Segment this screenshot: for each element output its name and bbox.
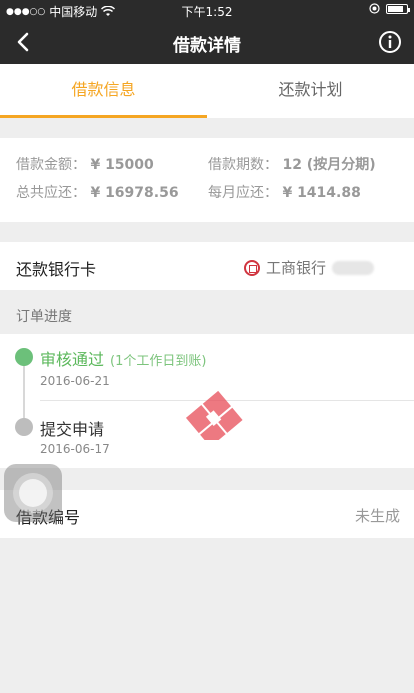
step-approved-dot	[15, 348, 33, 366]
masked-card-number	[332, 260, 374, 275]
step-submitted-date: 2016-06-17	[40, 442, 110, 456]
info-row: 借款金额： ¥ 15000 借款期数： 12 (按月分期)	[0, 154, 414, 182]
total-repay-value: ¥ 16978.56	[90, 185, 179, 201]
loan-term-value: 12 (按月分期)	[282, 157, 376, 173]
loan-number-row: 借款编号 未生成	[0, 490, 414, 538]
loan-info-card: 借款金额： ¥ 15000 借款期数： 12 (按月分期) 总共应还： ¥ 16…	[0, 138, 414, 222]
icbc-logo-icon	[243, 259, 260, 276]
step-approved: 审核通过 (1个工作日到账)	[40, 346, 206, 370]
loan-amount: 借款金额： ¥ 15000	[16, 154, 154, 174]
divider	[40, 400, 414, 401]
nav-bar: 借款详情	[0, 20, 414, 64]
monthly-repay: 每月应还： ¥ 1414.88	[208, 182, 361, 202]
bank-info: 工商银行	[243, 257, 374, 278]
progress-section-title: 订单进度	[16, 309, 72, 325]
total-repay-label: 总共应还：	[16, 185, 86, 201]
step-approved-note: (1个工作日到账)	[110, 354, 207, 369]
assistive-touch-button[interactable]	[4, 464, 62, 522]
loan-amount-label: 借款金额：	[16, 157, 86, 173]
battery-icon	[386, 3, 410, 14]
bank-name: 工商银行	[265, 259, 326, 277]
loan-amount-value: ¥ 15000	[90, 157, 154, 173]
monthly-repay-label: 每月应还：	[208, 185, 278, 201]
step-submitted-title: 提交申请	[40, 420, 105, 439]
info-button[interactable]	[376, 28, 404, 56]
total-repay: 总共应还： ¥ 16978.56	[16, 182, 179, 202]
assistive-core	[19, 479, 47, 507]
loan-term: 借款期数： 12 (按月分期)	[208, 154, 376, 174]
page-title: 借款详情	[173, 36, 241, 56]
timeline-line	[23, 356, 25, 426]
loan-term-label: 借款期数：	[208, 157, 278, 173]
tab-loan-info[interactable]: 借款信息	[0, 64, 207, 118]
bank-card-label: 还款银行卡	[16, 260, 97, 279]
repayment-bank-card-row[interactable]: 还款银行卡 工商银行	[0, 242, 414, 290]
status-bar: ●●●○○ 中国移动 下午1:52	[0, 0, 414, 20]
status-right	[369, 3, 410, 14]
tab-repayment-plan[interactable]: 还款计划	[207, 64, 414, 118]
monthly-repay-value: ¥ 1414.88	[282, 185, 361, 201]
loan-number-value: 未生成	[354, 507, 400, 525]
info-row: 总共应还： ¥ 16978.56 每月应还： ¥ 1414.88	[0, 182, 414, 210]
info-circle-icon	[379, 31, 401, 53]
rotation-lock-icon	[369, 3, 380, 14]
step-submitted-dot	[15, 418, 33, 436]
order-progress: 审核通过 (1个工作日到账) 2016-06-21 提交申请 2016-06-17	[0, 334, 414, 468]
battery-fill	[388, 5, 404, 12]
tab-bar: 借款信息 还款计划	[0, 64, 414, 118]
status-time: 下午1:52	[181, 5, 233, 19]
step-approved-title: 审核通过	[40, 350, 105, 369]
step-approved-date: 2016-06-21	[40, 374, 110, 388]
